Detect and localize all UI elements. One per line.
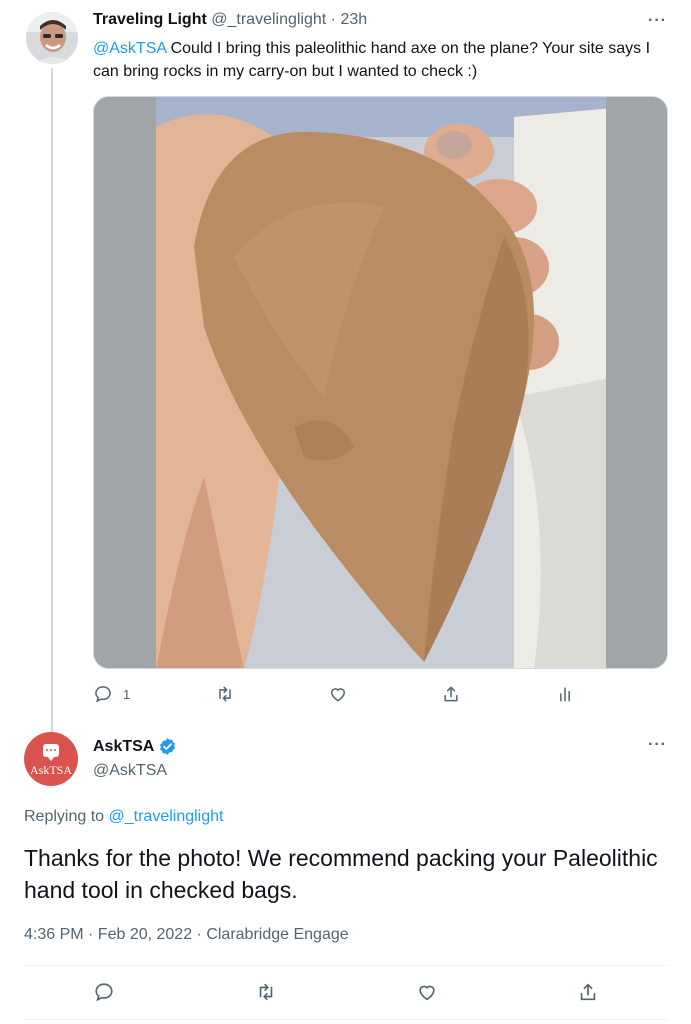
tweet1-share-action[interactable] — [441, 684, 461, 704]
verified-badge-icon — [160, 738, 176, 755]
tweet2-action-bar — [24, 981, 669, 1005]
tweet1-more-button[interactable]: ··· — [648, 12, 667, 30]
tweet1-author-handle[interactable]: @_travelinglight — [211, 11, 326, 28]
like-icon — [331, 688, 345, 702]
share-icon — [444, 686, 458, 702]
divider — [24, 1019, 669, 1020]
like-icon — [419, 985, 435, 1001]
tweet1-body: Could I bring this paleolithic hand axe … — [93, 40, 651, 80]
replying-to-line: Replying to @_travelinglight — [24, 808, 223, 826]
tweet1-timestamp[interactable]: 23h — [340, 11, 367, 28]
tweet1-author-name[interactable]: Traveling Light — [93, 11, 207, 28]
replying-to-prefix: Replying to — [24, 808, 109, 825]
tweet2-author-handle[interactable]: @AskTSA — [93, 762, 167, 780]
tweet2-reply-action[interactable] — [93, 981, 115, 1003]
tweet1-time-separator: · — [330, 11, 336, 28]
tweet1-photo[interactable] — [93, 96, 668, 669]
tweet1-reply-action[interactable]: 1 — [93, 684, 130, 704]
tweet1-header: Traveling Light @_travelinglight · 23h — [93, 11, 367, 29]
tweet2-text: Thanks for the photo! We recommend packi… — [24, 845, 658, 903]
tweet2-more-button[interactable]: ··· — [648, 736, 667, 754]
asktsa-logo-text: AskTSA — [29, 763, 72, 777]
tweet2-metadata[interactable]: 4:36 PM · Feb 20, 2022 · Clarabridge Eng… — [24, 926, 349, 944]
tweet1-retweet-action[interactable] — [215, 684, 235, 704]
tweet1-action-bar: 1 — [93, 684, 668, 706]
chat-bubble-icon — [43, 744, 59, 761]
reply-icon — [95, 983, 113, 1002]
tweet2-share-action[interactable] — [577, 981, 599, 1003]
replying-to-handle-link[interactable]: @_travelinglight — [109, 808, 224, 825]
tweet2-author-name[interactable]: AskTSA — [93, 738, 154, 756]
asktsa-avatar[interactable]: AskTSA — [24, 732, 78, 786]
thread-connector-line — [51, 68, 53, 732]
tweet1-mention-link[interactable]: @AskTSA — [93, 40, 166, 57]
tweet2-like-action[interactable] — [416, 981, 438, 1003]
share-icon — [580, 983, 596, 1001]
analytics-icon — [560, 687, 570, 702]
tweet1-text: @AskTSA Could I bring this paleolithic h… — [93, 37, 663, 83]
tweet1-analytics-action[interactable] — [555, 684, 575, 704]
retweet-icon — [259, 983, 273, 1001]
tweet1-like-action[interactable] — [328, 684, 348, 704]
tweet2-author-name-row: AskTSA — [93, 737, 177, 756]
tweet1-reply-count: 1 — [123, 686, 131, 702]
traveling-light-avatar[interactable] — [26, 12, 78, 64]
reply-icon — [95, 686, 111, 703]
tweet2-retweet-action[interactable] — [255, 981, 277, 1003]
retweet-icon — [219, 686, 231, 702]
divider — [24, 965, 669, 966]
